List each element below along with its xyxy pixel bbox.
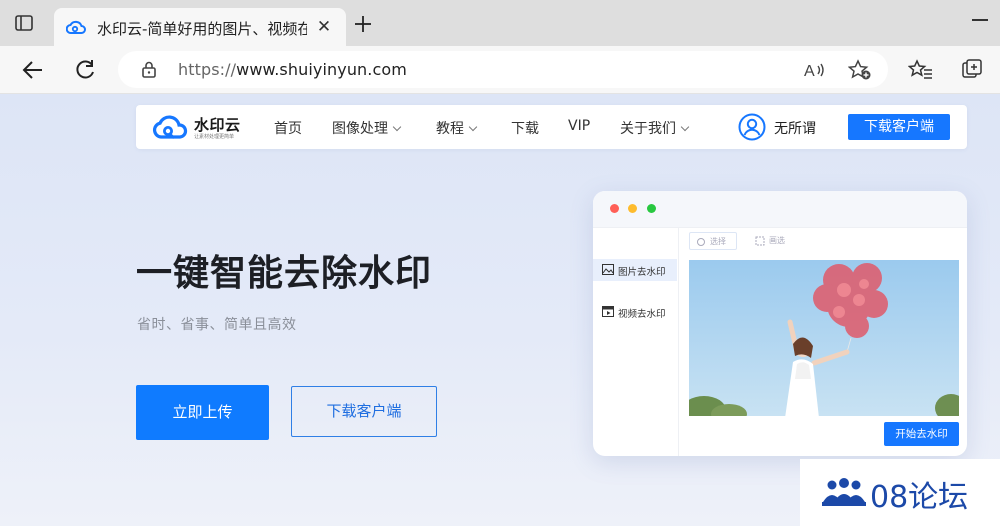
read-aloud-icon[interactable]: A [804, 60, 826, 80]
nav-home[interactable]: 首页 [274, 118, 302, 138]
back-arrow-icon[interactable] [20, 57, 46, 83]
brush-tool-label: 画选 [769, 236, 785, 245]
add-favorite-icon[interactable] [847, 59, 872, 81]
forum-watermark: 08论坛 [800, 459, 1000, 526]
nav-download-label: 下载 [511, 121, 539, 137]
sidebar-item-label: 图片去水印 [618, 267, 666, 278]
refresh-icon[interactable] [72, 57, 98, 83]
demo-titlebar [593, 191, 967, 228]
demo-sidebar: 图片去水印 视频去水印 [593, 228, 679, 456]
sidebar-item-image-watermark[interactable]: 图片去水印 [593, 259, 677, 281]
start-remove-watermark-button[interactable]: 开始去水印 [884, 422, 959, 446]
select-tool-label: 选择 [710, 237, 726, 246]
user-name[interactable]: 无所谓 [774, 118, 816, 138]
select-tool[interactable]: 选择 [689, 232, 737, 250]
nav-about-label: 关于我们 [620, 121, 676, 137]
minimize-dot-icon [628, 204, 637, 213]
image-icon [602, 264, 614, 275]
collections-icon[interactable] [960, 58, 986, 82]
watermark-text: 08论坛 [870, 480, 969, 515]
video-icon [602, 306, 614, 317]
hero-title: 一键智能去除水印 [136, 253, 433, 294]
lock-icon[interactable] [140, 60, 158, 79]
demo-app-window: 图片去水印 视频去水印 选择 画选 开始去水印 [593, 191, 967, 456]
upload-button[interactable]: 立即上传 [136, 385, 269, 440]
demo-photo[interactable] [689, 260, 959, 416]
tab-close-icon[interactable]: ✕ [314, 17, 334, 37]
chevron-down-icon [680, 122, 690, 132]
site-logo[interactable]: 水印云 让素材处理更简单 [152, 113, 262, 143]
user-avatar-icon[interactable] [738, 113, 766, 141]
hero-subtitle: 省时、省事、简单且高效 [137, 317, 297, 333]
window-minimize-icon[interactable] [972, 19, 988, 21]
nav-tutorials[interactable]: 教程 [436, 118, 478, 138]
nav-tutorials-label: 教程 [436, 121, 464, 137]
nav-home-label: 首页 [274, 121, 302, 137]
close-dot-icon [610, 204, 619, 213]
site-header: 水印云 让素材处理更简单 首页 图像处理 教程 下载 VIP 关于我们 无所谓 … [136, 105, 967, 149]
new-tab-icon[interactable] [353, 14, 373, 34]
people-icon [820, 476, 868, 508]
nav-download[interactable]: 下载 [511, 118, 539, 138]
brush-tool-icon [755, 236, 765, 246]
brush-tool[interactable]: 画选 [749, 232, 793, 250]
favorites-icon[interactable] [907, 58, 934, 82]
chevron-down-icon [468, 122, 478, 132]
page-content: 水印云 让素材处理更简单 首页 图像处理 教程 下载 VIP 关于我们 无所谓 … [0, 94, 1000, 526]
url-text[interactable]: https://www.shuiyinyun.com [178, 60, 407, 79]
nav-vip-label: VIP [568, 118, 591, 134]
address-bar[interactable]: https://www.shuiyinyun.com A [118, 51, 888, 88]
nav-image-processing-label: 图像处理 [332, 121, 388, 137]
nav-image-processing[interactable]: 图像处理 [332, 118, 402, 138]
svg-text:A: A [804, 63, 815, 80]
maximize-dot-icon [647, 204, 656, 213]
site-favicon-icon [65, 18, 86, 36]
tab-actions-icon[interactable] [14, 13, 34, 33]
tab-title: 水印云-简单好用的图片、视频在 [97, 20, 307, 38]
nav-vip[interactable]: VIP [568, 118, 590, 134]
sidebar-item-video-watermark[interactable]: 视频去水印 [593, 301, 677, 323]
sidebar-item-label: 视频去水印 [618, 309, 666, 320]
download-client-button[interactable]: 下载客户端 [291, 386, 437, 437]
url-scheme: https:// [178, 60, 237, 79]
browser-tab-bar: 水印云-简单好用的图片、视频在 ✕ [0, 0, 1000, 46]
cloud-logo-icon [152, 113, 190, 143]
browser-toolbar: https://www.shuiyinyun.com A [0, 46, 1000, 94]
nav-about[interactable]: 关于我们 [620, 118, 690, 138]
logo-tagline: 让素材处理更简单 [194, 134, 235, 140]
browser-tab[interactable]: 水印云-简单好用的图片、视频在 ✕ [54, 8, 346, 46]
chevron-down-icon [392, 122, 402, 132]
logo-name: 水印云 [194, 116, 241, 134]
url-host: www.shuiyinyun.com [236, 60, 407, 79]
select-tool-icon [697, 238, 705, 246]
header-download-button[interactable]: 下载客户端 [848, 114, 950, 140]
